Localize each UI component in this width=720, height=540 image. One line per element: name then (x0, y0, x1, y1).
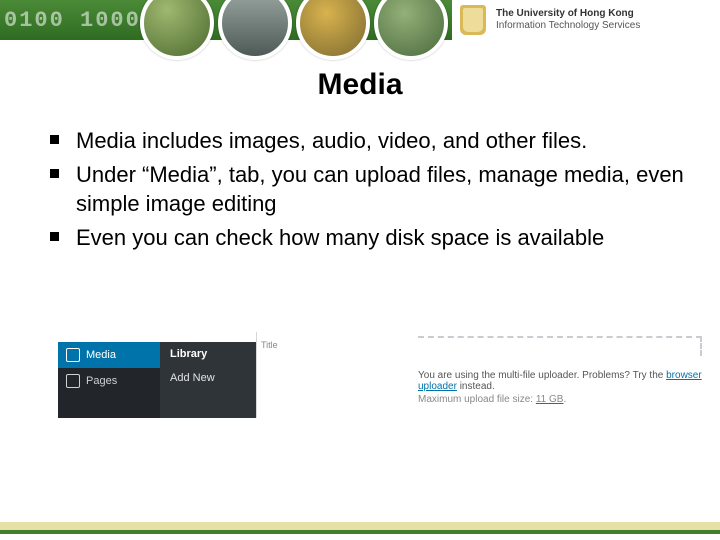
decor-circle (374, 0, 448, 60)
media-icon (66, 348, 80, 362)
pages-icon (66, 374, 80, 388)
sidebar-item-pages[interactable]: Pages (58, 368, 160, 394)
binary-decor: 0100 10001 (0, 0, 156, 40)
upload-size-value: 11 GB (536, 394, 564, 405)
decor-circle (140, 0, 214, 60)
list-item: Even you can check how many disk space i… (50, 223, 692, 253)
footer-stripe (0, 530, 720, 534)
footer-stripe (0, 522, 720, 530)
dropzone-border (418, 336, 702, 356)
wp-submenu: Library Add New (160, 342, 256, 418)
bullet-list: Media includes images, audio, video, and… (50, 126, 692, 253)
header-banner: 0100 10001 The University of Hong Kong I… (0, 0, 720, 40)
table-header: Title (261, 340, 278, 350)
org-block: The University of Hong Kong Information … (452, 0, 720, 40)
org-name: The University of Hong Kong (496, 8, 640, 20)
screenshot-row: Media Pages Library Add New Title You ar… (58, 342, 702, 462)
submenu-library[interactable]: Library (160, 342, 256, 366)
list-item: Under “Media”, tab, you can upload files… (50, 160, 692, 219)
decor-circle (218, 0, 292, 60)
table-fragment: Title (256, 332, 269, 418)
upload-panel: You are using the multi-file uploader. P… (418, 336, 702, 430)
wp-admin-menu: Media Pages (58, 342, 160, 418)
sidebar-item-label: Pages (86, 375, 117, 387)
page-title: Media (0, 68, 720, 102)
upload-limit: Maximum upload file size: 11 GB. (418, 394, 566, 405)
submenu-addnew[interactable]: Add New (160, 366, 256, 390)
sidebar-item-media[interactable]: Media (58, 342, 160, 368)
shield-icon (460, 5, 486, 35)
uploader-hint: You are using the multi-file uploader. P… (418, 370, 702, 392)
list-item: Media includes images, audio, video, and… (50, 126, 692, 156)
decor-circle (296, 0, 370, 60)
org-dept: Information Technology Services (496, 20, 640, 32)
sidebar-item-label: Media (86, 349, 116, 361)
